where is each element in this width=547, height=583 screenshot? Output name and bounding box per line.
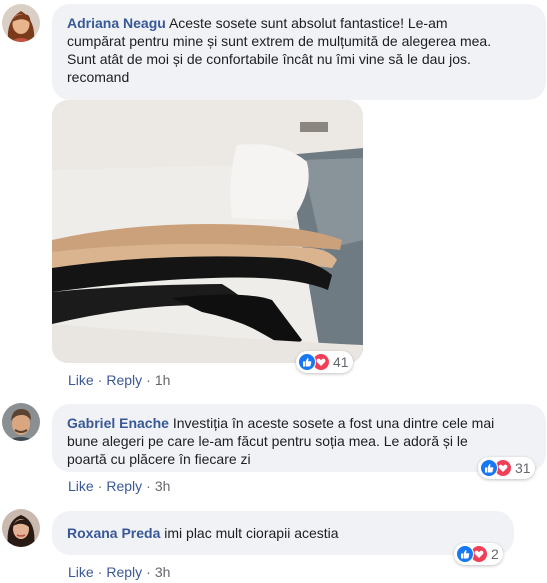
separator-dot: · — [146, 372, 151, 388]
comment-photo[interactable] — [52, 100, 363, 363]
separator-dot: · — [97, 564, 103, 580]
comment-text-line: cumpărat pentru mine și sunt extrem de m… — [67, 33, 492, 49]
like-reaction-icon — [480, 459, 498, 477]
reply-link[interactable]: Reply — [106, 478, 142, 494]
reaction-count: 41 — [333, 354, 349, 370]
reaction-summary[interactable]: 2 — [454, 543, 503, 565]
comment-time[interactable]: 1h — [155, 372, 171, 388]
reaction-count: 31 — [515, 460, 531, 476]
separator-dot: · — [146, 478, 151, 494]
avatar[interactable] — [2, 509, 40, 547]
comment-author[interactable]: Gabriel Enache — [67, 415, 169, 431]
avatar-photo-icon — [2, 4, 40, 42]
comment-actions: Like · Reply · 3h — [68, 564, 170, 580]
separator-dot: · — [97, 372, 103, 388]
separator-dot: · — [146, 564, 151, 580]
comment-text: Aceste sosete sunt absolut fantastice! L… — [168, 15, 448, 31]
comment-author[interactable]: Adriana Neagu — [67, 15, 166, 31]
like-link[interactable]: Like — [68, 564, 94, 580]
comment-line-1: Gabriel Enache Investiția în aceste sose… — [67, 414, 534, 432]
comment-actions: Like · Reply · 3h — [68, 478, 170, 494]
like-reaction-icon — [456, 545, 474, 563]
comment-text: imi plac mult ciorapii acestia — [164, 525, 339, 541]
like-link[interactable]: Like — [68, 478, 94, 494]
avatar[interactable] — [2, 4, 40, 42]
reply-link[interactable]: Reply — [106, 372, 142, 388]
comment-line-1: Adriana Neagu Aceste sosete sunt absolut… — [67, 14, 534, 32]
comment-time[interactable]: 3h — [155, 564, 171, 580]
avatar-photo-icon — [2, 403, 40, 441]
comment-bubble: Gabriel Enache Investiția în aceste sose… — [52, 404, 546, 472]
reaction-count: 2 — [491, 546, 499, 562]
comment-time[interactable]: 3h — [155, 478, 171, 494]
comment-bubble: Roxana Preda imi plac mult ciorapii aces… — [52, 511, 514, 555]
comment-text-line: bune alegeri pe care le-am făcut pentru … — [67, 433, 468, 449]
like-link[interactable]: Like — [68, 372, 94, 388]
separator-dot: · — [97, 478, 103, 494]
avatar-photo-icon — [2, 509, 40, 547]
reaction-summary[interactable]: 41 — [296, 351, 353, 373]
like-reaction-icon — [298, 353, 316, 371]
comment-bubble: Adriana Neagu Aceste sosete sunt absolut… — [52, 4, 546, 100]
stockings-on-bed-photo-icon — [52, 100, 363, 363]
reaction-summary[interactable]: 31 — [478, 457, 535, 479]
comment-text-line: Sunt atât de moi și de confortabile încâ… — [67, 51, 471, 67]
comment-text-line: recomand — [67, 69, 130, 85]
comment-author[interactable]: Roxana Preda — [67, 525, 160, 541]
avatar[interactable] — [2, 403, 40, 441]
comment-text: Investiția în aceste sosete a fost una d… — [172, 415, 495, 431]
reply-link[interactable]: Reply — [106, 564, 142, 580]
comment-text-line: poartă cu plăcere în fiecare zi — [67, 451, 251, 467]
comment-actions: Like · Reply · 1h — [68, 372, 170, 388]
